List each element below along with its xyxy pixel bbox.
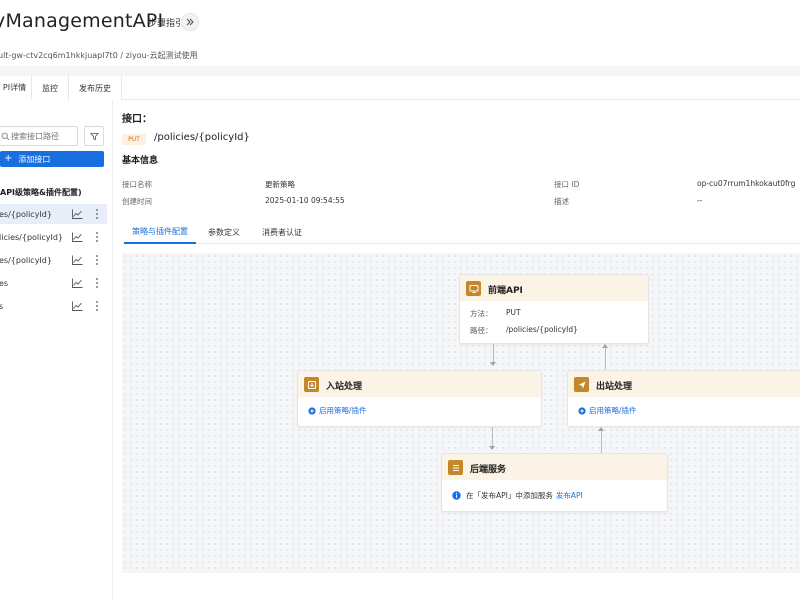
node-title: 出站处理 xyxy=(596,382,633,392)
created-time-label: 创建时间 xyxy=(122,197,152,206)
arrow-down-icon xyxy=(489,446,495,450)
more-vertical-icon[interactable] xyxy=(95,300,99,312)
sidebar-group-title: API级策略&插件配置) xyxy=(0,188,82,197)
http-method-badge: PUT xyxy=(122,134,146,145)
node-title: 后端服务 xyxy=(470,465,507,475)
backend-hint: 在「发布API」中添加服务 发布API xyxy=(452,490,583,501)
double-chevron-right-icon xyxy=(186,18,194,26)
step-guide-link[interactable]: 步骤指引 xyxy=(148,16,184,29)
search-icon xyxy=(1,132,10,141)
more-vertical-icon[interactable] xyxy=(95,208,99,220)
page-header: yManagementAPI 步骤指引 xyxy=(0,0,800,48)
more-vertical-icon[interactable] xyxy=(95,254,99,266)
arrow-up-icon xyxy=(598,427,604,431)
filter-button[interactable] xyxy=(84,126,104,146)
page-title: yManagementAPI xyxy=(0,10,164,32)
outbound-processing-node[interactable]: 出站处理 启用策略/插件 xyxy=(567,370,800,427)
connector-backend-outbound xyxy=(601,429,602,453)
interface-id-value: op-cu07rrum1hkokaut0frg xyxy=(697,179,796,188)
interface-name-value: 更新策略 xyxy=(265,180,295,189)
info-icon xyxy=(452,491,461,500)
node-title: 前端API xyxy=(488,286,523,296)
sidebar-item-api-2[interactable]: licies/{policyId} xyxy=(0,227,107,247)
description-label: 描述 xyxy=(554,197,569,206)
sidebar-item-label: es/{policyId} xyxy=(0,209,52,219)
list-icon xyxy=(448,460,463,475)
interface-detail-panel: 接口： PUT /policies/{policyId} 基本信息 接口名称 更… xyxy=(114,100,800,600)
sidebar-item-api-1[interactable]: es/{policyId} xyxy=(0,204,107,224)
path-value: /policies/{policyId} xyxy=(506,325,578,334)
more-vertical-icon[interactable] xyxy=(95,231,99,243)
app-root: yManagementAPI 步骤指引 ult-gw-ctv2cq6m1hkkj… xyxy=(0,0,800,600)
config-tabs: 策略与插件配置 参数定义 消费者认证 xyxy=(122,220,800,244)
tab-consumer-auth[interactable]: 消费者认证 xyxy=(252,220,312,244)
tab-monitor[interactable]: 监控 xyxy=(32,76,69,100)
filter-icon xyxy=(89,132,99,140)
enable-policy-label: 启用策略/插件 xyxy=(319,406,367,415)
method-value: PUT xyxy=(506,308,521,317)
monitor-icon xyxy=(466,281,481,296)
arrow-down-icon xyxy=(490,362,496,366)
sidebar-item-label: s xyxy=(0,301,4,311)
node-title: 入站处理 xyxy=(326,382,363,392)
expand-guide-button[interactable] xyxy=(181,13,199,31)
sidebar-item-label: es xyxy=(0,278,9,288)
monitor-chart-icon[interactable] xyxy=(72,209,83,219)
detail-tabs: PI详情 监控 发布历史 xyxy=(0,76,800,100)
send-arrow-icon xyxy=(574,377,589,392)
plus-circle-icon xyxy=(578,406,586,415)
backend-hint-text: 在「发布API」中添加服务 xyxy=(466,491,553,500)
basic-info-heading: 基本信息 xyxy=(122,156,159,166)
interface-heading: 接口： xyxy=(122,114,152,125)
interface-id-label: 接口 ID xyxy=(554,180,580,189)
method-label: 方法： xyxy=(470,309,493,318)
sidebar-item-label: es/{policyId} xyxy=(0,255,52,265)
enable-policy-label: 启用策略/插件 xyxy=(589,406,637,415)
enable-policy-link-inbound[interactable]: 启用策略/插件 xyxy=(308,405,367,416)
tab-api-detail[interactable]: PI详情 xyxy=(0,76,32,100)
sidebar-item-api-5[interactable]: s xyxy=(0,296,107,316)
monitor-chart-icon[interactable] xyxy=(72,255,83,265)
add-interface-button[interactable]: + 添加接口 xyxy=(0,151,104,167)
publish-api-link[interactable]: 发布API xyxy=(556,490,583,501)
flow-canvas[interactable]: 前端API 方法： PUT 路径： /policies/{policyId} 入… xyxy=(122,253,800,573)
tab-publish-history[interactable]: 发布历史 xyxy=(69,76,122,100)
connector-outbound-frontend xyxy=(605,346,606,369)
enable-policy-link-outbound[interactable]: 启用策略/插件 xyxy=(578,405,637,416)
sidebar-item-api-3[interactable]: es/{policyId} xyxy=(0,250,107,270)
tab-parameter-definition[interactable]: 参数定义 xyxy=(198,220,250,244)
monitor-chart-icon[interactable] xyxy=(72,232,83,242)
breadcrumb-text: ult-gw-ctv2cq6m1hkkjuapl7t0 / ziyou-云起测试… xyxy=(0,51,198,60)
interface-name-label: 接口名称 xyxy=(122,180,152,189)
sidebar-item-label: licies/{policyId} xyxy=(0,232,64,242)
breadcrumb: ult-gw-ctv2cq6m1hkkjuapl7t0 / ziyou-云起测试… xyxy=(0,48,800,66)
description-value: -- xyxy=(697,196,703,205)
arrow-up-icon xyxy=(602,344,608,348)
search-input-wrapper[interactable] xyxy=(0,126,78,146)
inbound-processing-node[interactable]: 入站处理 启用策略/插件 xyxy=(297,370,542,427)
search-input[interactable] xyxy=(11,129,75,143)
path-label: 路径： xyxy=(470,326,493,335)
monitor-chart-icon[interactable] xyxy=(72,301,83,311)
plus-circle-icon xyxy=(308,406,316,415)
inbound-box-icon xyxy=(304,377,319,392)
sidebar-item-api-4[interactable]: es xyxy=(0,273,107,293)
tab-policy-plugin-config[interactable]: 策略与插件配置 xyxy=(124,220,196,244)
interface-path: /policies/{policyId} xyxy=(154,132,250,143)
created-time-value: 2025-01-10 09:54:55 xyxy=(265,196,345,205)
monitor-chart-icon[interactable] xyxy=(72,278,83,288)
api-list-sidebar: + 添加接口 API级策略&插件配置) es/{policyId} licies… xyxy=(0,100,113,600)
add-interface-label: 添加接口 xyxy=(18,154,51,164)
section-divider xyxy=(0,66,800,76)
plus-icon: + xyxy=(4,153,13,164)
backend-service-node[interactable]: 后端服务 在「发布API」中添加服务 发布API xyxy=(441,453,668,512)
frontend-api-node[interactable]: 前端API 方法： PUT 路径： /policies/{policyId} xyxy=(459,274,649,344)
more-vertical-icon[interactable] xyxy=(95,277,99,289)
